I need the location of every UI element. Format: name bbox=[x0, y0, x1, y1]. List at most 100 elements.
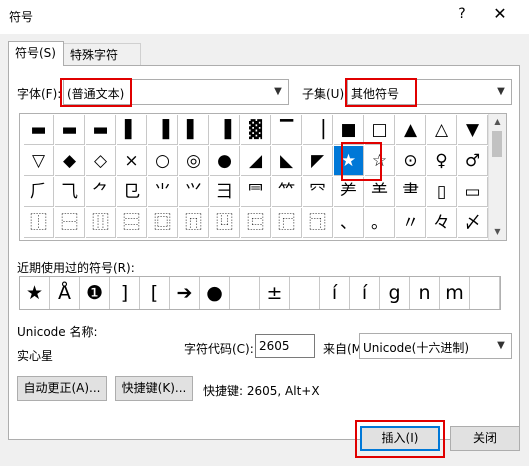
symbol-cell[interactable]: ▼ bbox=[458, 115, 488, 145]
symbol-cell[interactable]: ⺈ bbox=[86, 177, 116, 207]
scroll-down-icon[interactable]: ▼ bbox=[489, 224, 506, 240]
shortcut-key-button[interactable]: 快捷键(K)... bbox=[115, 376, 193, 401]
symbol-cell[interactable]: ☆ bbox=[365, 146, 395, 176]
symbol-cell[interactable]: ⺮ bbox=[272, 177, 302, 207]
symbol-cell[interactable]: ⿱ bbox=[55, 208, 85, 238]
symbol-cell[interactable]: ▬ bbox=[24, 115, 54, 145]
symbol-cell[interactable]: ▓ bbox=[241, 115, 271, 145]
recent-symbol-cell[interactable] bbox=[290, 277, 320, 309]
symbol-cell[interactable]: ◢ bbox=[241, 146, 271, 176]
symbol-cell[interactable]: ⿳ bbox=[117, 208, 147, 238]
recent-symbol-cell[interactable]: g bbox=[380, 277, 410, 309]
recent-symbol-cell[interactable]: í bbox=[350, 277, 380, 309]
symbol-cell[interactable]: ▬ bbox=[55, 115, 85, 145]
symbol-cell[interactable]: ⺕ bbox=[210, 177, 240, 207]
symbol-cell[interactable]: ⿲ bbox=[86, 208, 116, 238]
symbol-cell[interactable]: ⺍ bbox=[179, 177, 209, 207]
symbol-cell[interactable]: ⿸ bbox=[272, 208, 302, 238]
symbol-cell[interactable]: ▬ bbox=[86, 115, 116, 145]
symbol-cell[interactable]: ⿶ bbox=[210, 208, 240, 238]
symbol-cell[interactable]: 〆 bbox=[458, 208, 488, 238]
symbol-cell[interactable]: ◆ bbox=[55, 146, 85, 176]
recent-symbol-cell[interactable]: ➔ bbox=[170, 277, 200, 309]
symbol-cell[interactable]: ◤ bbox=[303, 146, 333, 176]
recent-symbol-cell[interactable]: ± bbox=[260, 277, 290, 309]
symbol-cell[interactable]: 々 bbox=[427, 208, 457, 238]
symbol-cell[interactable]: ▔ bbox=[272, 115, 302, 145]
autocorrect-button[interactable]: 自动更正(A)... bbox=[17, 376, 107, 401]
symbol-cell[interactable]: 、 bbox=[334, 208, 364, 238]
window-title: 符号 bbox=[9, 10, 34, 24]
symbol-cell[interactable]: △ bbox=[427, 115, 457, 145]
close-icon[interactable]: ✕ bbox=[490, 4, 510, 23]
symbol-cell[interactable]: ◣ bbox=[272, 146, 302, 176]
title-bar: 符号 ? ✕ bbox=[0, 0, 529, 34]
symbol-cell[interactable]: ◎ bbox=[179, 146, 209, 176]
tab-symbols-label: 符号(S) bbox=[15, 46, 56, 60]
symbol-cell[interactable]: ⺋ bbox=[117, 177, 147, 207]
symbol-cell[interactable]: ⺳ bbox=[303, 177, 333, 207]
symbol-cell[interactable]: ▭ bbox=[458, 177, 488, 207]
symbol-cell[interactable]: 〃 bbox=[396, 208, 426, 238]
symbol-cell[interactable]: ▽ bbox=[24, 146, 54, 176]
recent-symbol-cell[interactable] bbox=[470, 277, 500, 309]
symbol-cell[interactable]: ⿴ bbox=[148, 208, 178, 238]
symbol-cell[interactable]: ⿹ bbox=[303, 208, 333, 238]
symbol-cell[interactable]: ▌ bbox=[179, 115, 209, 145]
symbol-cell[interactable]: ■ bbox=[334, 115, 364, 145]
symbol-cell[interactable]: ▌ bbox=[117, 115, 147, 145]
recent-symbol-cell[interactable]: í bbox=[320, 277, 350, 309]
symbol-cell[interactable]: ● bbox=[210, 146, 240, 176]
from-select[interactable]: Unicode(十六进制) ▼ bbox=[359, 333, 512, 359]
symbol-cell[interactable]: ⺜ bbox=[241, 177, 271, 207]
symbol-cell[interactable]: ⺷ bbox=[365, 177, 395, 207]
symbol-cell[interactable]: ▕ bbox=[303, 115, 333, 145]
recent-symbols-row: ★ Å ❶][➔ ● ± í í g n m bbox=[19, 276, 501, 310]
symbol-cell[interactable]: ⺁ bbox=[24, 177, 54, 207]
recent-symbol-cell[interactable]: ] bbox=[110, 277, 140, 309]
symbol-cell[interactable]: ⺌ bbox=[148, 177, 178, 207]
recent-symbol-cell[interactable]: n bbox=[410, 277, 440, 309]
symbol-cell[interactable]: ⿵ bbox=[179, 208, 209, 238]
symbol-cell[interactable]: ⿰ bbox=[24, 208, 54, 238]
symbol-cell[interactable]: ⿷ bbox=[241, 208, 271, 238]
font-select[interactable]: (普通文本) ▼ bbox=[63, 79, 289, 105]
recent-symbol-cell[interactable]: Å bbox=[50, 277, 80, 309]
scroll-up-icon[interactable]: ▲ bbox=[489, 114, 506, 130]
symbol-cell[interactable]: ⺻ bbox=[396, 177, 426, 207]
symbol-cell[interactable]: ⺄ bbox=[55, 177, 85, 207]
symbol-cell[interactable]: ⺶ bbox=[334, 177, 364, 207]
subset-select[interactable]: 其他符号 ▼ bbox=[347, 79, 512, 105]
symbol-cell[interactable]: ▐ bbox=[148, 115, 178, 145]
close-button[interactable]: 关闭 bbox=[450, 426, 520, 451]
help-icon[interactable]: ? bbox=[455, 6, 469, 22]
symbol-cell[interactable]: ▐ bbox=[210, 115, 240, 145]
symbol-cell[interactable]: ♂ bbox=[458, 146, 488, 176]
recent-symbol-cell[interactable]: m bbox=[440, 277, 470, 309]
recent-symbol-cell[interactable]: ★ bbox=[20, 277, 50, 309]
symbol-cell[interactable]: ♀ bbox=[427, 146, 457, 176]
from-select-value: Unicode(十六进制) bbox=[363, 341, 470, 355]
symbols-panel: 字体(F): (普通文本) ▼ 子集(U): 其他符号 ▼ ▬ ▬ ▬ ▌ ▐ ▌ ▐ ▓ ▔ ▕… bbox=[8, 65, 520, 440]
insert-button[interactable]: 插入(I) bbox=[360, 426, 440, 451]
recent-symbol-cell[interactable]: ❶ bbox=[80, 277, 110, 309]
tab-special-characters[interactable]: 特殊字符(P) bbox=[63, 43, 141, 84]
symbol-cell[interactable]: ▲ bbox=[396, 115, 426, 145]
symbol-cell[interactable]: ○ bbox=[148, 146, 178, 176]
symbol-cell[interactable]: ★ bbox=[334, 146, 364, 176]
symbol-cell[interactable]: 。 bbox=[365, 208, 395, 238]
symbol-cell[interactable]: ◇ bbox=[86, 146, 116, 176]
symbol-cell[interactable]: × bbox=[117, 146, 147, 176]
symbol-grid-scrollbar[interactable]: ▲ ▼ bbox=[488, 114, 506, 240]
recent-symbol-cell[interactable] bbox=[230, 277, 260, 309]
char-code-input[interactable]: 2605 bbox=[255, 334, 315, 358]
symbol-cell[interactable]: □ bbox=[365, 115, 395, 145]
dialog-body: 符号(S) 特殊字符(P) 字体(F): (普通文本) ▼ 子集(U): 其他符… bbox=[0, 34, 529, 466]
symbol-cell[interactable]: ⊙ bbox=[396, 146, 426, 176]
recent-symbol-cell[interactable]: ● bbox=[200, 277, 230, 309]
tab-symbols[interactable]: 符号(S) bbox=[8, 41, 64, 66]
scroll-thumb[interactable] bbox=[492, 131, 502, 157]
subset-select-value: 其他符号 bbox=[351, 87, 400, 101]
symbol-cell[interactable]: ▯ bbox=[427, 177, 457, 207]
recent-symbol-cell[interactable]: [ bbox=[140, 277, 170, 309]
